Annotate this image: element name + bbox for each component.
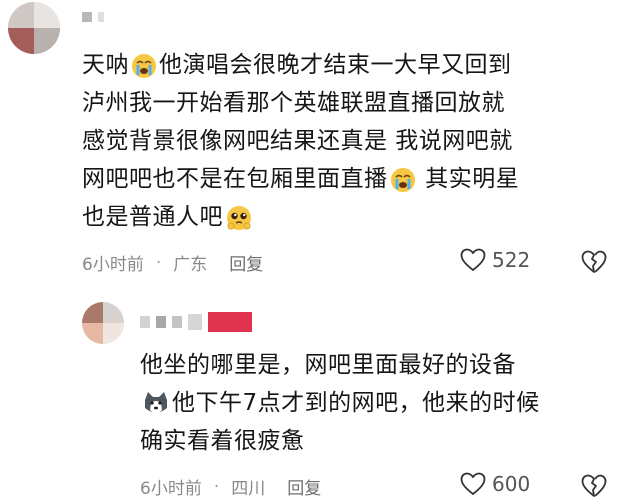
- like-button[interactable]: 600: [460, 472, 530, 496]
- avatar[interactable]: [8, 2, 60, 54]
- timestamp: 6小时前: [82, 255, 144, 275]
- heart-icon: [460, 472, 486, 496]
- heart-icon: [460, 248, 486, 272]
- crying-face-icon: [132, 53, 156, 78]
- broken-heart-icon[interactable]: [581, 474, 607, 498]
- separator: ·: [213, 476, 220, 497]
- like-count: 600: [492, 472, 531, 496]
- separator: ·: [155, 252, 162, 273]
- reply-text: 他坐的哪里是，网吧里面最好的设备 他下午7点才到的网吧，他来的时候 确实看着很疲…: [140, 352, 540, 454]
- husky-dog-face-icon: [145, 391, 167, 413]
- username-redacted: [140, 312, 252, 332]
- location: 四川: [231, 479, 266, 499]
- like-count: 522: [492, 248, 531, 272]
- timestamp: 6小时前: [140, 479, 202, 499]
- location: 广东: [173, 255, 208, 275]
- like-button[interactable]: 522: [460, 248, 530, 272]
- pleading-face-icon: [227, 205, 251, 230]
- reply-meta: 6小时前 · 四川 回复: [140, 474, 321, 500]
- avatar[interactable]: [82, 302, 124, 344]
- reply-button[interactable]: 回复: [287, 474, 321, 499]
- comment-meta: 6小时前 · 广东 回复: [82, 250, 263, 276]
- crying-face-icon: [390, 167, 415, 192]
- reply-button[interactable]: 回复: [229, 250, 263, 275]
- broken-heart-icon[interactable]: [581, 250, 607, 274]
- username-redacted: [82, 12, 104, 22]
- comment-text: 天呐 他演唱会很晚才结束一大早又回到 泸州我一开始看那个英雄联盟直播回放就 感觉背…: [82, 52, 520, 230]
